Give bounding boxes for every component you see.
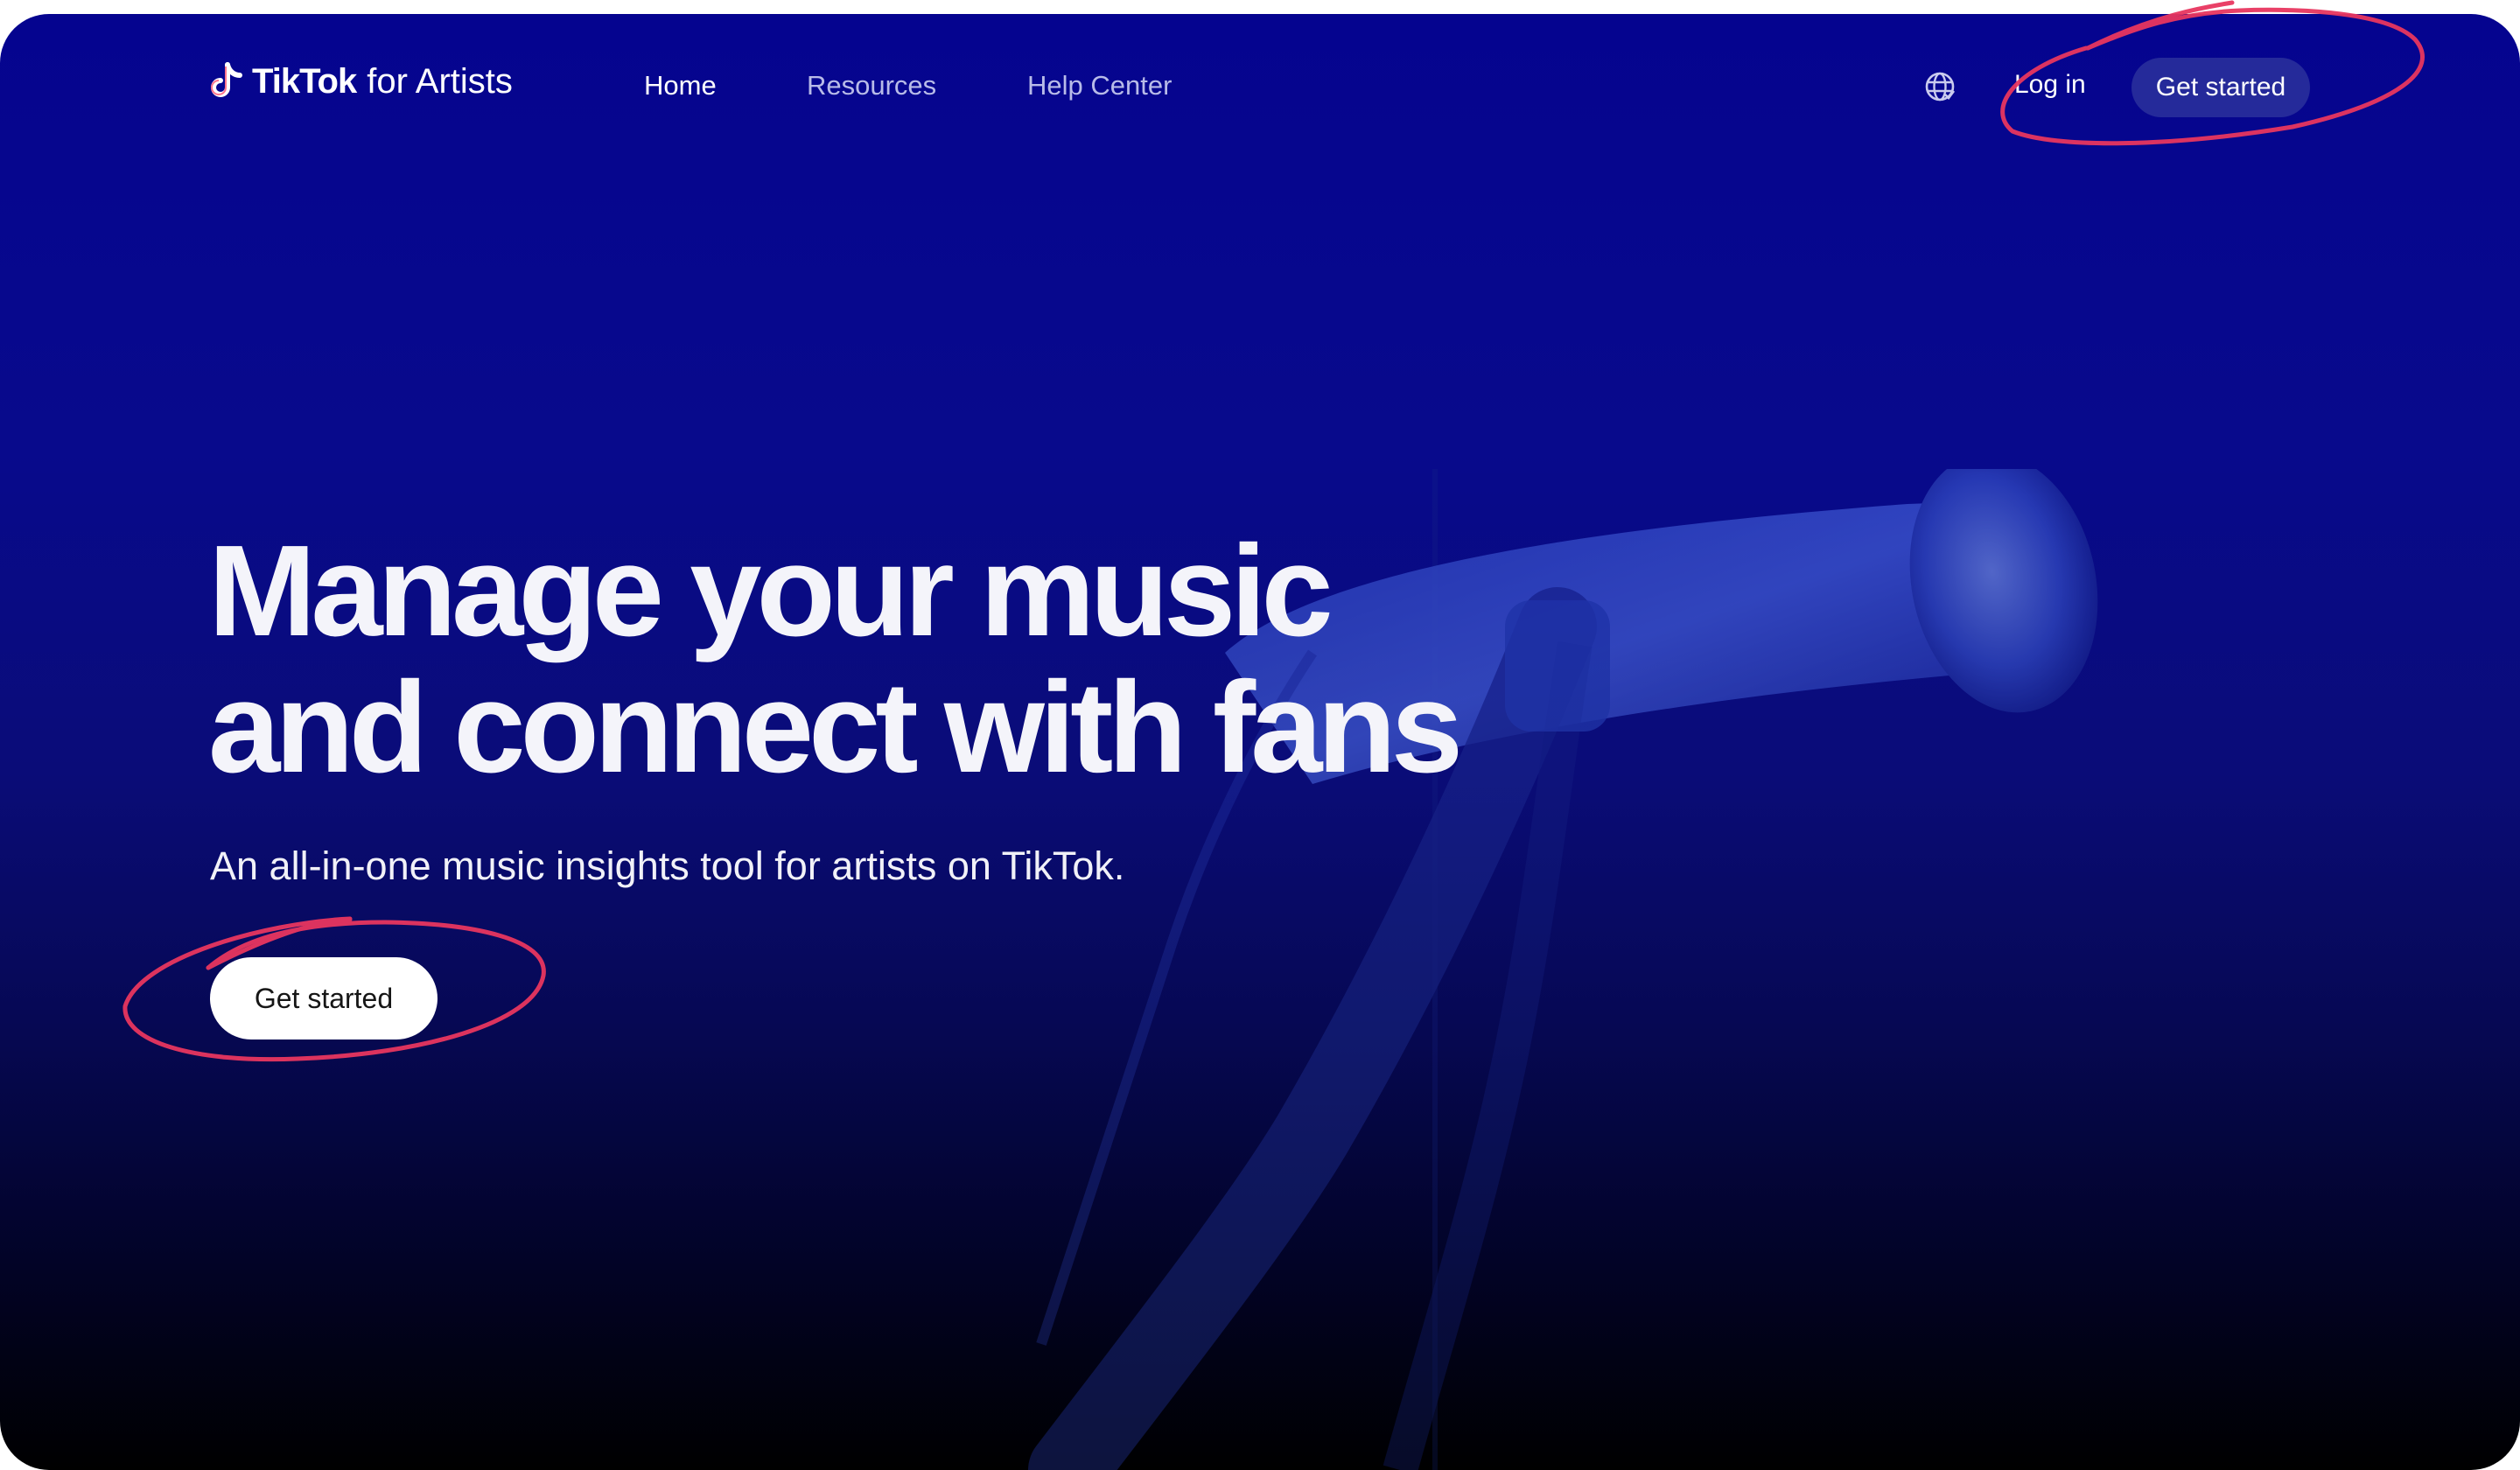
login-link[interactable]: Log in	[2014, 70, 2086, 100]
hero-title-line-1: Manage your music	[208, 519, 1334, 663]
hero-subtitle: An all-in-one music insights tool for ar…	[210, 844, 1125, 888]
nav-link-resources[interactable]: Resources	[807, 70, 936, 102]
hero-page: TikTok for Artists Home Resources Help C…	[0, 14, 2520, 1470]
nav-get-started-button[interactable]: Get started	[2132, 58, 2310, 117]
brand-logo[interactable]: TikTok for Artists	[208, 51, 513, 112]
hero-title-line-2: and connect with fans	[208, 655, 1463, 800]
globe-icon[interactable]	[1923, 70, 1956, 103]
nav-link-help-center[interactable]: Help Center	[1027, 70, 1172, 102]
hero-get-started-button[interactable]: Get started	[210, 957, 438, 1040]
tiktok-logo-icon	[211, 62, 242, 97]
nav-link-home[interactable]: Home	[644, 70, 717, 102]
logo-brand-text: TikTok	[252, 61, 357, 101]
top-navigation: TikTok for Artists Home Resources Help C…	[0, 14, 2520, 145]
hero-title: Manage your music and connect with fans	[208, 523, 1696, 796]
logo-suffix-text: for Artists	[367, 61, 513, 101]
